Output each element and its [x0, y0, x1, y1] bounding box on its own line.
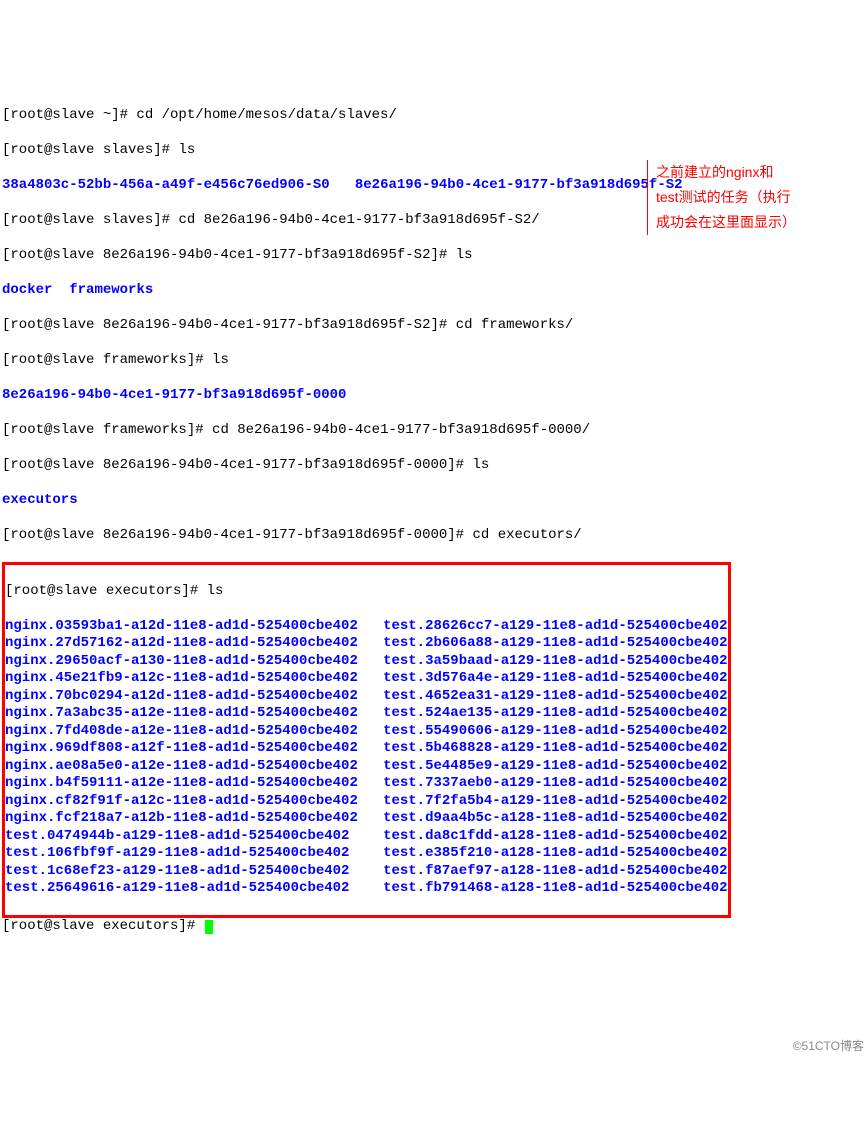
dir-entry: test.d9aa4b5c-a128-11e8-ad1d-525400cbe40…	[383, 810, 727, 826]
shell-prompt: [root@slave executors]#	[5, 583, 207, 599]
shell-prompt: [root@slave ~]#	[2, 107, 136, 123]
dir-entry: test.25649616-a129-11e8-ad1d-525400cbe40…	[5, 880, 349, 896]
dir-entry: nginx.cf82f91f-a12c-11e8-ad1d-525400cbe4…	[5, 793, 358, 809]
dir-entry: test.da8c1fdd-a128-11e8-ad1d-525400cbe40…	[383, 828, 727, 844]
cursor-icon[interactable]	[205, 920, 213, 934]
dir-entry: 8e26a196-94b0-4ce1-9177-bf3a918d695f-S2	[355, 177, 683, 193]
dir-entry: 8e26a196-94b0-4ce1-9177-bf3a918d695f-000…	[2, 387, 346, 403]
dir-entry: frameworks	[69, 282, 153, 298]
shell-cmd: ls	[178, 142, 195, 158]
dir-entry: test.1c68ef23-a129-11e8-ad1d-525400cbe40…	[5, 863, 349, 879]
dir-entry: test.55490606-a129-11e8-ad1d-525400cbe40…	[383, 723, 727, 739]
dir-entry: test.7337aeb0-a129-11e8-ad1d-525400cbe40…	[383, 775, 727, 791]
shell-cmd: cd executors/	[472, 527, 581, 543]
dir-entry: test.e385f210-a128-11e8-ad1d-525400cbe40…	[383, 845, 727, 861]
dir-entry: test.2b606a88-a129-11e8-ad1d-525400cbe40…	[383, 635, 727, 651]
shell-prompt: [root@slave 8e26a196-94b0-4ce1-9177-bf3a…	[2, 317, 456, 333]
dir-entry: test.524ae135-a129-11e8-ad1d-525400cbe40…	[383, 705, 727, 721]
dir-entry: test.3d576a4e-a129-11e8-ad1d-525400cbe40…	[383, 670, 727, 686]
dir-entry: test.0474944b-a129-11e8-ad1d-525400cbe40…	[5, 828, 349, 844]
shell-cmd: ls	[207, 583, 224, 599]
shell-cmd: ls	[456, 247, 473, 263]
dir-entry: nginx.27d57162-a12d-11e8-ad1d-525400cbe4…	[5, 635, 358, 651]
dir-entry: test.f87aef97-a128-11e8-ad1d-525400cbe40…	[383, 863, 727, 879]
dir-entry: test.fb791468-a128-11e8-ad1d-525400cbe40…	[383, 880, 727, 896]
dir-entry: nginx.70bc0294-a12d-11e8-ad1d-525400cbe4…	[5, 688, 358, 704]
dir-entry: nginx.fcf218a7-a12b-11e8-ad1d-525400cbe4…	[5, 810, 358, 826]
dir-entry: nginx.969df808-a12f-11e8-ad1d-525400cbe4…	[5, 740, 358, 756]
shell-cmd: cd /opt/home/mesos/data/slaves/	[136, 107, 396, 123]
watermark-text: ©51CTO博客	[793, 1039, 864, 1054]
annotation-line: test测试的任务（执行	[656, 185, 856, 210]
shell-cmd: cd 8e26a196-94b0-4ce1-9177-bf3a918d695f-…	[178, 212, 539, 228]
dir-entry: 38a4803c-52bb-456a-a49f-e456c76ed906-S0	[2, 177, 330, 193]
dir-entry: nginx.45e21fb9-a12c-11e8-ad1d-525400cbe4…	[5, 670, 358, 686]
shell-prompt[interactable]: [root@slave executors]#	[2, 918, 204, 934]
shell-prompt: [root@slave frameworks]#	[2, 422, 212, 438]
ls-output: nginx.03593ba1-a12d-11e8-ad1d-525400cbe4…	[5, 618, 728, 898]
dir-entry: nginx.29650acf-a130-11e8-ad1d-525400cbe4…	[5, 653, 358, 669]
shell-prompt: [root@slave frameworks]#	[2, 352, 212, 368]
dir-entry: nginx.7fd408de-a12e-11e8-ad1d-525400cbe4…	[5, 723, 358, 739]
dir-entry: test.106fbf9f-a129-11e8-ad1d-525400cbe40…	[5, 845, 349, 861]
shell-prompt: [root@slave 8e26a196-94b0-4ce1-9177-bf3a…	[2, 247, 456, 263]
dir-entry: docker	[2, 282, 52, 298]
shell-cmd: cd 8e26a196-94b0-4ce1-9177-bf3a918d695f-…	[212, 422, 590, 438]
shell-cmd: ls	[472, 457, 489, 473]
dir-entry: test.4652ea31-a129-11e8-ad1d-525400cbe40…	[383, 688, 727, 704]
dir-entry: nginx.b4f59111-a12e-11e8-ad1d-525400cbe4…	[5, 775, 358, 791]
dir-entry: test.28626cc7-a129-11e8-ad1d-525400cbe40…	[383, 618, 727, 634]
dir-entry: executors	[2, 492, 78, 508]
dir-entry: test.7f2fa5b4-a129-11e8-ad1d-525400cbe40…	[383, 793, 727, 809]
shell-cmd: cd frameworks/	[456, 317, 574, 333]
dir-entry: test.5e4485e9-a129-11e8-ad1d-525400cbe40…	[383, 758, 727, 774]
dir-entry: test.5b468828-a129-11e8-ad1d-525400cbe40…	[383, 740, 727, 756]
dir-entry: nginx.ae08a5e0-a12e-11e8-ad1d-525400cbe4…	[5, 758, 358, 774]
annotation-line: 成功会在这里面显示）	[656, 210, 856, 235]
shell-cmd: ls	[212, 352, 229, 368]
dir-entry: test.3a59baad-a129-11e8-ad1d-525400cbe40…	[383, 653, 727, 669]
shell-prompt: [root@slave slaves]#	[2, 212, 178, 228]
shell-prompt: [root@slave slaves]#	[2, 142, 178, 158]
annotation-line: 之前建立的nginx和	[656, 160, 856, 185]
annotation-callout: 之前建立的nginx和 test测试的任务（执行 成功会在这里面显示）	[647, 160, 856, 236]
highlighted-box: [root@slave executors]# ls nginx.03593ba…	[2, 562, 731, 918]
shell-prompt: [root@slave 8e26a196-94b0-4ce1-9177-bf3a…	[2, 527, 472, 543]
shell-prompt: [root@slave 8e26a196-94b0-4ce1-9177-bf3a…	[2, 457, 472, 473]
dir-entry: nginx.7a3abc35-a12e-11e8-ad1d-525400cbe4…	[5, 705, 358, 721]
dir-entry: nginx.03593ba1-a12d-11e8-ad1d-525400cbe4…	[5, 618, 358, 634]
